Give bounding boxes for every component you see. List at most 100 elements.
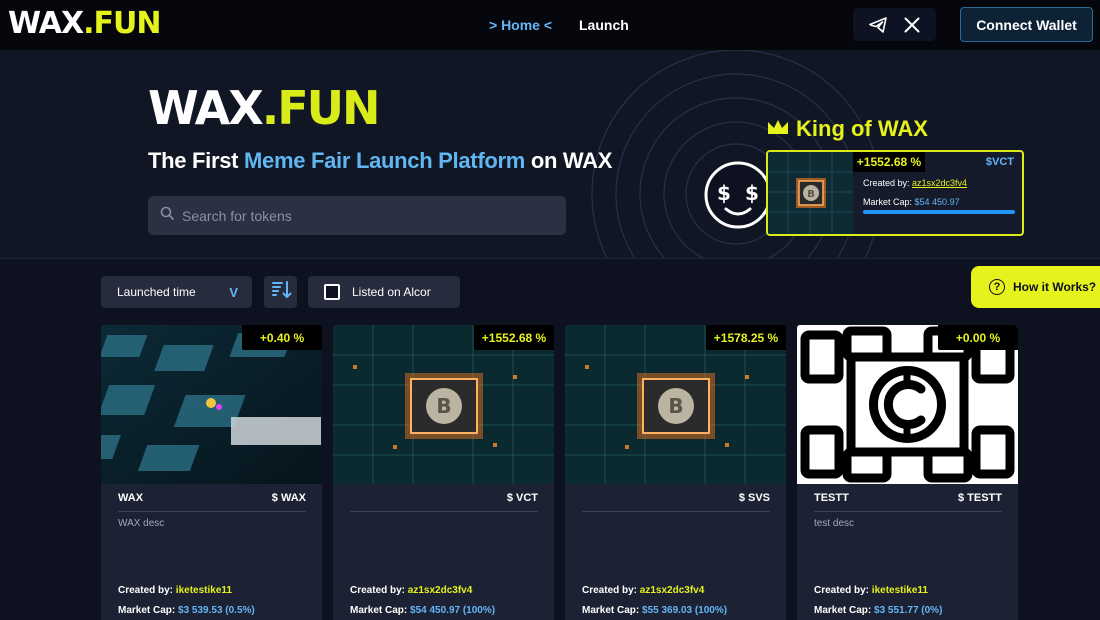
svg-text:B: B — [668, 394, 683, 418]
king-market-cap: Market Cap: $54 450.97 — [863, 197, 960, 207]
percent-badge: +0.40 % — [242, 325, 322, 350]
svg-text:B: B — [807, 189, 815, 200]
hero-logo: WAX.FUN — [148, 81, 381, 135]
x-icon[interactable] — [904, 17, 920, 33]
tagline-accent: Meme Fair Launch Platform — [244, 148, 526, 173]
token-description: test desc — [814, 518, 855, 529]
king-token-card[interactable]: B +1552.68 % $VCT Created by: az1sx2dc3f… — [766, 150, 1024, 236]
created-by-label: Created by: — [814, 585, 872, 596]
market-cap-value: $54 450.97 (100%) — [410, 605, 496, 616]
token-card[interactable]: B +1552.68 % $ VCT Created by: az1sx2dc3… — [333, 325, 554, 620]
market-cap-value: $3 551.77 (0%) — [874, 605, 943, 616]
search-input[interactable] — [182, 207, 542, 224]
token-market-cap: Market Cap: $54 450.97 (100%) — [350, 605, 495, 616]
card-divider — [582, 511, 770, 512]
king-mcap-label: Market Cap: — [863, 197, 915, 207]
token-creator: Created by: az1sx2dc3fv4 — [350, 585, 472, 596]
token-name: WAX — [118, 492, 144, 504]
crown-icon — [766, 116, 790, 142]
logo-wax-text: WAX — [8, 6, 84, 41]
hero-logo-dot: . — [261, 81, 280, 135]
market-cap-value: $55 369.03 (100%) — [642, 605, 728, 616]
token-card[interactable]: +0.40 % WAX $ WAX WAX desc Created by: i… — [101, 325, 322, 620]
svg-text:$: $ — [745, 181, 759, 205]
sort-by-select[interactable]: Launched time V — [101, 276, 252, 308]
token-name: TESTT — [814, 492, 849, 504]
token-market-cap: Market Cap: $3 551.77 (0%) — [814, 605, 942, 616]
percent-badge: +1578.25 % — [706, 325, 786, 350]
creator-link[interactable]: iketestike11 — [872, 585, 928, 596]
market-cap-value: $3 539.53 (0.5%) — [178, 605, 255, 616]
sort-descending-icon — [270, 279, 292, 306]
social-links — [853, 8, 936, 41]
how-it-works-label: How it Works? — [1013, 280, 1097, 294]
how-it-works-button[interactable]: ? How it Works? — [971, 266, 1100, 308]
king-title-text: King of WAX — [796, 116, 928, 141]
card-divider — [350, 511, 538, 512]
section-divider — [0, 258, 1100, 259]
token-ticker: $ TESTT — [957, 492, 1002, 504]
token-creator: Created by: az1sx2dc3fv4 — [582, 585, 704, 596]
hero-section: WAX.FUN The First Meme Fair Launch Platf… — [0, 50, 1100, 258]
creator-link[interactable]: az1sx2dc3fv4 — [408, 585, 473, 596]
logo-dot: . — [83, 6, 94, 41]
token-creator: Created by: iketestike11 — [814, 585, 928, 596]
connect-wallet-button[interactable]: Connect Wallet — [960, 7, 1093, 42]
alcor-label: Listed on Alcor — [352, 285, 431, 299]
created-by-label: Created by: — [118, 585, 176, 596]
king-of-wax-heading: King of WAX — [766, 116, 928, 142]
king-created-by: Created by: az1sx2dc3fv4 — [863, 178, 967, 188]
king-creator-link[interactable]: az1sx2dc3fv4 — [912, 178, 967, 188]
king-progress-fill — [863, 210, 1015, 214]
svg-text:$: $ — [717, 181, 731, 205]
token-ticker: $ SVS — [738, 492, 770, 504]
market-cap-label: Market Cap: — [118, 605, 179, 616]
king-percent-badge: +1552.68 % — [853, 152, 925, 172]
card-divider — [814, 511, 1002, 512]
alcor-checkbox[interactable] — [324, 284, 340, 300]
telegram-icon[interactable] — [869, 16, 888, 33]
token-card[interactable]: B +1578.25 % $ SVS Created by: az1sx2dc3… — [565, 325, 786, 620]
hero-logo-fun: FUN — [277, 81, 380, 135]
listed-on-alcor-filter[interactable]: Listed on Alcor — [308, 276, 460, 308]
king-progress-bar — [863, 210, 1015, 214]
percent-badge: +0.00 % — [938, 325, 1018, 350]
token-ticker: $ WAX — [271, 492, 306, 504]
hero-logo-wax: WAX — [148, 81, 264, 135]
creator-link[interactable]: iketestike11 — [176, 585, 232, 596]
question-icon: ? — [989, 279, 1005, 295]
token-market-cap: Market Cap: $3 539.53 (0.5%) — [118, 605, 255, 616]
king-token-image: B — [768, 152, 853, 234]
search-icon — [160, 206, 174, 225]
site-logo[interactable]: WAX.FUN — [8, 6, 162, 41]
top-navbar: WAX.FUN > Home < Launch Connect Wallet — [0, 0, 1100, 50]
nav-launch-link[interactable]: Launch — [579, 17, 629, 33]
token-search-bar[interactable] — [148, 196, 566, 235]
market-cap-label: Market Cap: — [814, 605, 875, 616]
tagline-prefix: The First — [148, 148, 245, 173]
hero-tagline: The First Meme Fair Launch Platform on W… — [148, 148, 612, 174]
market-cap-label: Market Cap: — [582, 605, 643, 616]
tagline-suffix: on WAX — [525, 148, 613, 173]
chevron-down-icon: V — [229, 284, 238, 300]
sort-direction-button[interactable] — [264, 276, 297, 308]
percent-badge: +1552.68 % — [474, 325, 554, 350]
token-card[interactable]: +0.00 % TESTT $ TESTT test desc Created … — [797, 325, 1018, 620]
sort-by-label: Launched time — [117, 285, 196, 299]
svg-text:B: B — [436, 394, 451, 418]
token-creator: Created by: iketestike11 — [118, 585, 232, 596]
nav-home-link[interactable]: > Home < — [489, 17, 552, 33]
created-by-label: Created by: — [582, 585, 640, 596]
king-created-label: Created by: — [863, 178, 913, 188]
token-description: WAX desc — [118, 518, 165, 529]
king-mcap-value: $54 450.97 — [914, 197, 960, 207]
created-by-label: Created by: — [350, 585, 408, 596]
token-ticker: $ VCT — [506, 492, 538, 504]
market-cap-label: Market Cap: — [350, 605, 411, 616]
king-ticker: $VCT — [985, 156, 1014, 168]
logo-fun-text: FUN — [93, 6, 162, 41]
dollar-face-icon: $ $ — [704, 161, 772, 229]
creator-link[interactable]: az1sx2dc3fv4 — [640, 585, 705, 596]
token-market-cap: Market Cap: $55 369.03 (100%) — [582, 605, 727, 616]
card-divider — [118, 511, 306, 512]
